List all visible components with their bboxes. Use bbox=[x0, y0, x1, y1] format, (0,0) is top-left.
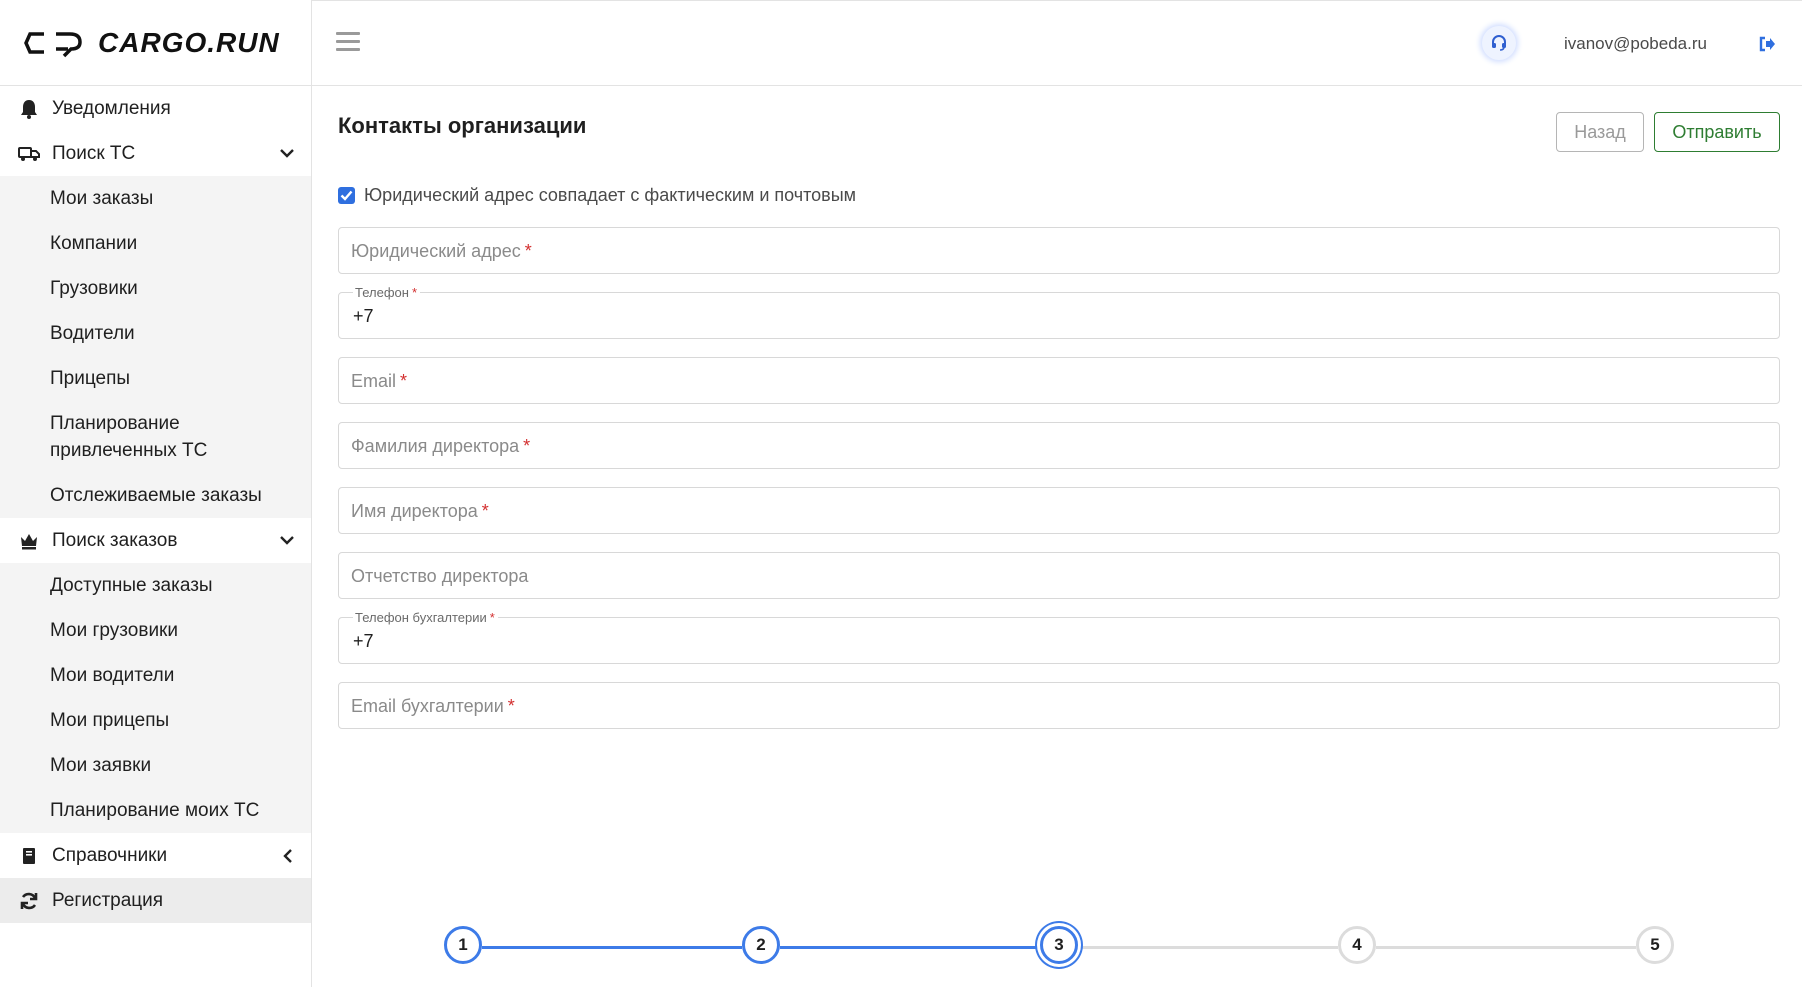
field-placeholder: Фамилия директора * bbox=[351, 436, 531, 456]
page-title: Контакты организации bbox=[338, 113, 587, 138]
sync-icon bbox=[18, 890, 40, 912]
field-value: +7 bbox=[353, 306, 374, 326]
sidebar-item-registration[interactable]: Регистрация bbox=[0, 878, 311, 923]
sidebar-item-drivers[interactable]: Водители bbox=[0, 311, 311, 356]
sidebar-item-label: Справочники bbox=[52, 844, 168, 866]
logout-icon[interactable] bbox=[1758, 35, 1776, 53]
chevron-down-icon bbox=[279, 146, 295, 162]
step-connector bbox=[482, 946, 742, 949]
chevron-down-icon bbox=[279, 533, 295, 549]
sidebar-item-search-orders[interactable]: Поиск заказов bbox=[0, 518, 311, 563]
field-placeholder: Имя директора * bbox=[351, 501, 489, 521]
submit-button[interactable]: Отправить bbox=[1654, 112, 1780, 152]
field-placeholder: Отчетство директора bbox=[351, 566, 529, 586]
sidebar-item-label: Поиск ТС bbox=[52, 142, 136, 164]
email-field[interactable]: Email * bbox=[338, 357, 1780, 404]
step-3[interactable]: 3 bbox=[1040, 926, 1078, 964]
logo-icon bbox=[24, 31, 82, 57]
sidebar-menu: Уведомления Поиск ТС Мои заказы Компании… bbox=[0, 86, 311, 923]
sidebar-item-companies[interactable]: Компании bbox=[0, 221, 311, 266]
legal-address-field[interactable]: Юридический адрес * bbox=[338, 227, 1780, 274]
back-button[interactable]: Назад bbox=[1556, 112, 1644, 152]
field-label: Телефон * bbox=[353, 286, 420, 300]
submenu-search-orders: Доступные заказы Мои грузовики Мои водит… bbox=[0, 563, 311, 833]
required-mark: * bbox=[481, 501, 489, 521]
director-last-name-field[interactable]: Фамилия директора * bbox=[338, 422, 1780, 469]
checkbox-label: Юридический адрес совпадает с фактически… bbox=[364, 185, 857, 205]
field-value: +7 bbox=[353, 631, 374, 651]
step-4[interactable]: 4 bbox=[1338, 926, 1376, 964]
logo[interactable]: CARGO.RUN bbox=[0, 0, 311, 86]
progress-stepper: 1 2 3 4 5 bbox=[444, 926, 1674, 968]
app: CARGO.RUN Уведомления Поиск ТС Мои заказ… bbox=[0, 0, 1802, 987]
sidebar-item-my-planning[interactable]: Планирование моих ТС bbox=[0, 788, 311, 833]
step-1[interactable]: 1 bbox=[444, 926, 482, 964]
sidebar-item-my-drivers[interactable]: Мои водители bbox=[0, 653, 311, 698]
sidebar-item-trucks[interactable]: Грузовики bbox=[0, 266, 311, 311]
sidebar-item-label: Уведомления bbox=[52, 97, 171, 119]
sidebar-item-my-requests[interactable]: Мои заявки bbox=[0, 743, 311, 788]
phone-field[interactable]: Телефон * +7 bbox=[338, 286, 1780, 339]
same-address-checkbox[interactable]: Юридический адрес совпадает с фактически… bbox=[338, 185, 856, 206]
sidebar-item-label: Регистрация bbox=[52, 889, 164, 911]
sidebar-item-notifications[interactable]: Уведомления bbox=[0, 86, 311, 131]
crown-icon bbox=[18, 530, 40, 552]
field-label: Телефон бухгалтерии * bbox=[353, 611, 498, 625]
bell-icon bbox=[18, 98, 40, 120]
field-placeholder: Email бухгалтерии * bbox=[351, 696, 515, 716]
brand-name: CARGO.RUN bbox=[98, 26, 280, 58]
submenu-search-vehicles: Мои заказы Компании Грузовики Водители П… bbox=[0, 176, 311, 518]
required-mark: * bbox=[411, 285, 417, 300]
field-placeholder: Юридический адрес * bbox=[351, 241, 532, 261]
sidebar-item-label: Поиск заказов bbox=[52, 529, 178, 551]
required-mark: * bbox=[507, 696, 515, 716]
sidebar-item-available-orders[interactable]: Доступные заказы bbox=[0, 563, 311, 608]
sidebar-item-my-orders[interactable]: Мои заказы bbox=[0, 176, 311, 221]
checkbox-checked-icon[interactable] bbox=[338, 187, 355, 204]
director-first-name-field[interactable]: Имя директора * bbox=[338, 487, 1780, 534]
field-placeholder: Email * bbox=[351, 371, 408, 391]
user-email[interactable]: ivanov@pobeda.ru bbox=[1564, 34, 1707, 54]
sidebar-item-directories[interactable]: Справочники bbox=[0, 833, 311, 878]
sidebar-item-trailers[interactable]: Прицепы bbox=[0, 356, 311, 401]
required-mark: * bbox=[524, 241, 532, 261]
sidebar-item-search-vehicles[interactable]: Поиск ТС bbox=[0, 131, 311, 176]
menu-toggle-icon[interactable] bbox=[336, 32, 360, 54]
book-icon bbox=[18, 845, 40, 867]
sidebar-item-my-trailers[interactable]: Мои прицепы bbox=[0, 698, 311, 743]
step-5[interactable]: 5 bbox=[1636, 926, 1674, 964]
step-2[interactable]: 2 bbox=[742, 926, 780, 964]
required-mark: * bbox=[400, 371, 408, 391]
step-connector bbox=[780, 946, 1040, 949]
required-mark: * bbox=[489, 610, 495, 625]
topbar: ivanov@pobeda.ru bbox=[312, 0, 1802, 86]
sidebar-item-my-trucks[interactable]: Мои грузовики bbox=[0, 608, 311, 653]
chevron-left-icon bbox=[279, 848, 295, 864]
director-middle-name-field[interactable]: Отчетство директора bbox=[338, 552, 1780, 599]
sidebar-item-planning-attracted[interactable]: Планирование привлеченных ТС bbox=[0, 401, 260, 473]
required-mark: * bbox=[523, 436, 531, 456]
step-connector bbox=[1078, 946, 1338, 949]
sidebar-item-tracked-orders[interactable]: Отслеживаемые заказы bbox=[0, 473, 311, 518]
main-content: Контакты организации Назад Отправить Юри… bbox=[338, 86, 1780, 987]
step-connector bbox=[1376, 946, 1636, 949]
sidebar: CARGO.RUN Уведомления Поиск ТС Мои заказ… bbox=[0, 0, 312, 987]
accounting-email-field[interactable]: Email бухгалтерии * bbox=[338, 682, 1780, 729]
accounting-phone-field[interactable]: Телефон бухгалтерии * +7 bbox=[338, 611, 1780, 664]
support-icon[interactable] bbox=[1482, 26, 1516, 60]
truck-search-icon bbox=[18, 143, 40, 165]
